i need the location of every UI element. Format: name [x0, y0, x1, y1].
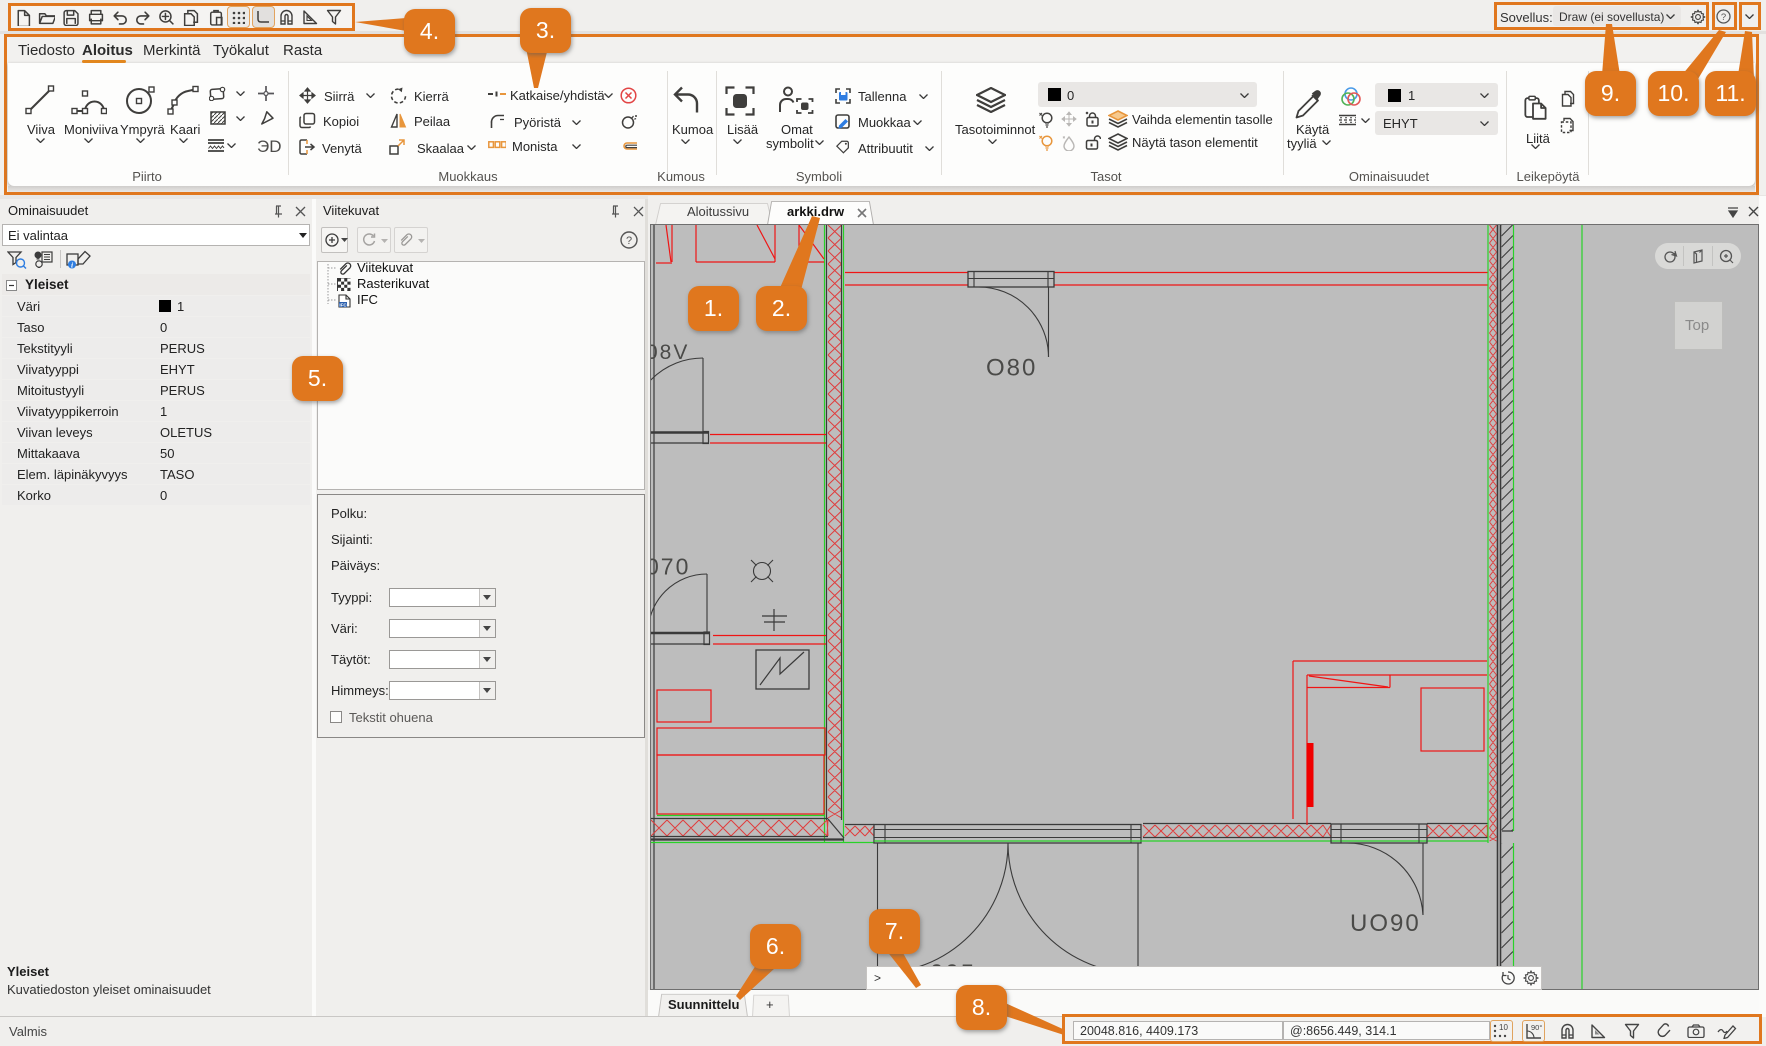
svg-text:IFC: IFC	[339, 302, 347, 307]
svg-text:10: 10	[1499, 1024, 1508, 1032]
svg-text:?: ?	[626, 235, 632, 247]
svg-text:90°: 90°	[1531, 1023, 1542, 1032]
